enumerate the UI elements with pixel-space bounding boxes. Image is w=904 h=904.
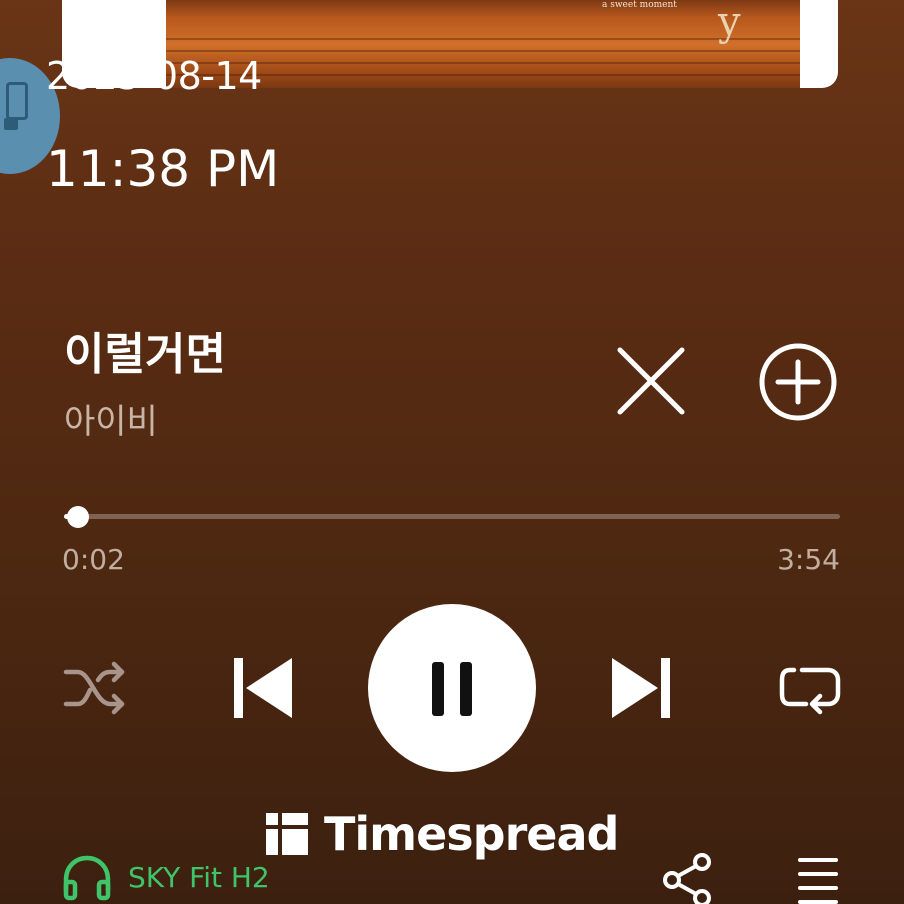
lock-icon <box>4 118 18 130</box>
share-icon <box>663 853 711 904</box>
shuffle-icon <box>63 661 125 715</box>
repeat-button[interactable] <box>776 658 844 720</box>
progress-bar[interactable] <box>64 506 840 528</box>
share-button[interactable] <box>660 852 716 904</box>
timespread-logo-icon <box>266 813 308 855</box>
track-title: 이럴거면 <box>64 329 226 380</box>
album-art-letter: y <box>718 0 741 45</box>
close-icon <box>617 347 685 415</box>
elapsed-time: 0:02 <box>62 543 125 576</box>
progress-handle[interactable] <box>66 506 89 528</box>
timespread-watermark: Timespread <box>264 806 619 862</box>
next-track-button[interactable] <box>608 654 676 722</box>
status-date: 2025-08-14 <box>46 54 262 98</box>
output-device-label: SKY Fit H2 <box>128 860 270 894</box>
shuffle-button[interactable] <box>62 658 128 718</box>
pause-icon <box>432 662 472 716</box>
previous-track-button[interactable] <box>228 654 296 722</box>
add-to-library-button[interactable] <box>758 342 838 422</box>
watermark-text: Timespread <box>324 807 619 861</box>
skip-next-icon <box>612 658 670 718</box>
phone-icon <box>6 82 28 120</box>
repeat-icon <box>779 667 841 715</box>
queue-button[interactable] <box>790 852 846 904</box>
album-art-caption: a sweet moment <box>602 0 677 10</box>
output-device-button[interactable]: SKY Fit H2 <box>60 852 270 902</box>
close-button[interactable] <box>614 344 688 418</box>
pause-button[interactable] <box>368 604 536 772</box>
total-duration: 3:54 <box>777 543 840 576</box>
headphones-icon <box>63 855 111 901</box>
skip-previous-icon <box>234 658 292 718</box>
track-artist[interactable]: 아이비 <box>64 394 158 443</box>
queue-icon <box>798 858 838 904</box>
add-circle-icon <box>759 343 837 421</box>
status-time: 11:38 PM <box>46 140 280 198</box>
